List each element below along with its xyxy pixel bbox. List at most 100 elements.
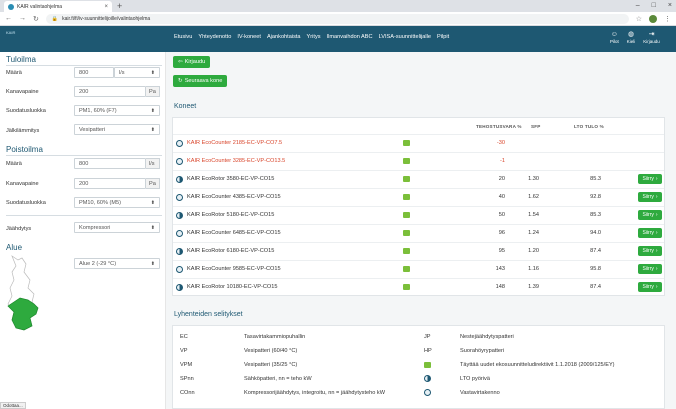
alue-title: Alue xyxy=(6,243,23,252)
tulo-kanava-label: Kanavapaine xyxy=(6,89,39,95)
legend-key: JP xyxy=(424,334,431,340)
minimize-icon[interactable]: – xyxy=(636,1,640,11)
nav-iv-koneet[interactable]: IV-koneet xyxy=(237,34,261,40)
url-field[interactable]: 🔒 kair.fi/fi/iv-suunnittelijoille/valint… xyxy=(45,13,629,24)
ecodesign-badge-icon xyxy=(403,194,410,200)
back-button[interactable]: ⇦ Kirjaudu xyxy=(173,56,211,68)
menu-kebab-icon[interactable]: ⋮ xyxy=(664,15,671,23)
lyhenteet-title: Lyhenteiden selitykset xyxy=(174,311,243,318)
nav-yhteydenotto[interactable]: Yhteydenotto xyxy=(198,34,231,40)
jaahdytys-select[interactable]: Kompressori ⬍ xyxy=(74,222,160,233)
alue-select[interactable]: Alue 2 (-29 °C) ⬍ xyxy=(74,258,160,269)
tulo-kanava-input[interactable]: 200 xyxy=(74,86,146,97)
legend-value: Vesipatteri (35/25 °C) xyxy=(244,362,298,368)
nav-lvisa[interactable]: LVISA-suunnittelijalle xyxy=(379,34,431,40)
machine-name[interactable]: KAIR EcoRotor 3580-EC-VP-CO15 xyxy=(187,176,274,182)
ecodesign-badge-icon xyxy=(403,230,410,236)
tulo-maara-unit-select[interactable]: l/s ⬍ xyxy=(114,67,160,78)
legend-key: SPnn xyxy=(180,376,194,382)
header-login[interactable]: ⇥ Kirjaudu xyxy=(643,31,660,44)
tehostusvara-value: 50 xyxy=(498,212,505,218)
ecodesign-badge-icon xyxy=(403,248,410,254)
nav-ilmanvaihdon-abc[interactable]: Ilmanvaihdon ABC xyxy=(327,34,373,40)
nav-yritys[interactable]: Yritys xyxy=(307,34,321,40)
legend-value: Tasavirtakammiopuhallin xyxy=(244,334,306,340)
tulo-suodatus-select[interactable]: PM1, 60% (F7) ⬍ xyxy=(74,105,160,116)
poisto-suodatus-select[interactable]: PM10, 60% (M5) ⬍ xyxy=(74,197,160,208)
close-window-icon[interactable]: × xyxy=(668,1,672,11)
poisto-kanava-input[interactable]: 200 xyxy=(74,178,146,189)
siirry-button[interactable]: Siirry › xyxy=(638,282,662,292)
siirry-label: Siirry xyxy=(642,194,654,200)
poisto-kanava-label: Kanavapaine xyxy=(6,181,39,187)
chevron-down-icon: ⬍ xyxy=(150,199,155,206)
jalkilammitys-select[interactable]: Vesipatteri ⬍ xyxy=(74,124,160,135)
chevron-down-icon: ⬍ xyxy=(150,224,155,231)
machine-name[interactable]: KAIR EcoCounter 6485-EC-VP-CO15 xyxy=(187,230,281,236)
nav-pilpit[interactable]: Pilpit xyxy=(437,34,449,40)
bookmark-star-icon[interactable]: ☆ xyxy=(636,15,642,23)
tulo-maara-input[interactable]: 800 xyxy=(74,67,114,78)
arrow-right-icon: › xyxy=(655,230,658,236)
siirry-button[interactable]: Siirry › xyxy=(638,264,662,274)
machine-name[interactable]: KAIR EcoCounter 3285-EC-VP-CO13.5 xyxy=(187,158,285,164)
reload-icon[interactable]: ↻ xyxy=(33,15,39,23)
counterflow-icon xyxy=(176,158,183,165)
close-tab-icon[interactable]: × xyxy=(104,4,108,10)
poisto-maara-input[interactable]: 800 xyxy=(74,158,146,169)
site-logo[interactable]: KAIR xyxy=(6,30,15,35)
siirry-button[interactable]: Siirry › xyxy=(638,228,662,238)
machine-name[interactable]: KAIR EcoCounter 4385-EC-VP-CO15 xyxy=(187,194,281,200)
nav-etusivu[interactable]: Etusivu xyxy=(174,34,192,40)
siirry-label: Siirry xyxy=(642,212,654,218)
tulo-maara-label: Määrä xyxy=(6,70,22,76)
refresh-icon: ↻ xyxy=(178,78,183,84)
window-controls: – □ × xyxy=(636,1,672,11)
chevron-down-icon: ⬍ xyxy=(150,107,155,114)
jaahdytys-label: Jäähdytys xyxy=(6,226,32,232)
machine-name[interactable]: KAIR EcoRotor 10180-EC-VP-CO15 xyxy=(187,284,277,290)
arrow-right-icon: › xyxy=(655,266,658,272)
profile-avatar[interactable] xyxy=(649,14,657,23)
back-arrow-icon[interactable]: ← xyxy=(5,15,12,22)
finland-map[interactable] xyxy=(6,254,44,332)
legend-value: LTO pyörivä xyxy=(460,376,490,382)
tulo-maara-unit: l/s xyxy=(119,69,125,76)
siirry-label: Siirry xyxy=(642,266,654,272)
poisto-maara-label: Määrä xyxy=(6,161,22,167)
lto-value: 87.4 xyxy=(590,284,601,290)
header-language[interactable]: ◍ Kieli xyxy=(627,31,636,44)
siirry-button[interactable]: Siirry › xyxy=(638,246,662,256)
lto-value: 85.3 xyxy=(590,212,601,218)
tehostusvara-value: 95 xyxy=(498,248,505,254)
forward-arrow-icon[interactable]: → xyxy=(19,15,26,22)
new-tab-button[interactable]: + xyxy=(117,1,122,11)
tehostusvara-value: 20 xyxy=(498,176,505,182)
counterflow-icon xyxy=(176,266,183,273)
nav-ajankohtaista[interactable]: Ajankohtaista xyxy=(267,34,301,40)
ecodesign-badge-icon xyxy=(403,212,410,218)
sfp-value: 1.39 xyxy=(528,284,539,290)
table-row: KAIR EcoCounter 2185-EC-VP-CO7.5 -30 xyxy=(173,134,664,152)
machine-name[interactable]: KAIR EcoCounter 9585-EC-VP-CO15 xyxy=(187,266,281,272)
next-machine-button[interactable]: ↻ Seuraava kone xyxy=(173,75,228,87)
machine-name[interactable]: KAIR EcoRotor 6180-EC-VP-CO15 xyxy=(187,248,274,254)
legend-key: HP xyxy=(424,348,432,354)
counterflow-icon xyxy=(424,389,431,396)
maximize-icon[interactable]: □ xyxy=(652,1,656,11)
machine-name[interactable]: KAIR EcoRotor 5180-EC-VP-CO15 xyxy=(187,212,274,218)
siirry-button[interactable]: Siirry › xyxy=(638,210,662,220)
ecodesign-badge-icon xyxy=(403,284,410,290)
tehostusvara-value: 96 xyxy=(498,230,505,236)
browser-tab[interactable]: KAIR valintaohjelma × xyxy=(4,1,112,12)
siirry-button[interactable]: Siirry › xyxy=(638,192,662,202)
header-pilot[interactable]: ☺ Pilot xyxy=(610,31,619,44)
siirry-button[interactable]: Siirry › xyxy=(638,174,662,184)
chevron-down-icon: ⬍ xyxy=(150,260,155,267)
machine-name[interactable]: KAIR EcoCounter 2185-EC-VP-CO7.5 xyxy=(187,140,282,146)
poisto-maara-unit: l/s xyxy=(146,158,160,169)
jalkilammitys-label: Jälkilämmitys xyxy=(6,128,40,134)
arrow-right-icon: › xyxy=(655,284,658,290)
lock-icon: 🔒 xyxy=(51,15,59,22)
rotor-icon xyxy=(176,176,183,183)
